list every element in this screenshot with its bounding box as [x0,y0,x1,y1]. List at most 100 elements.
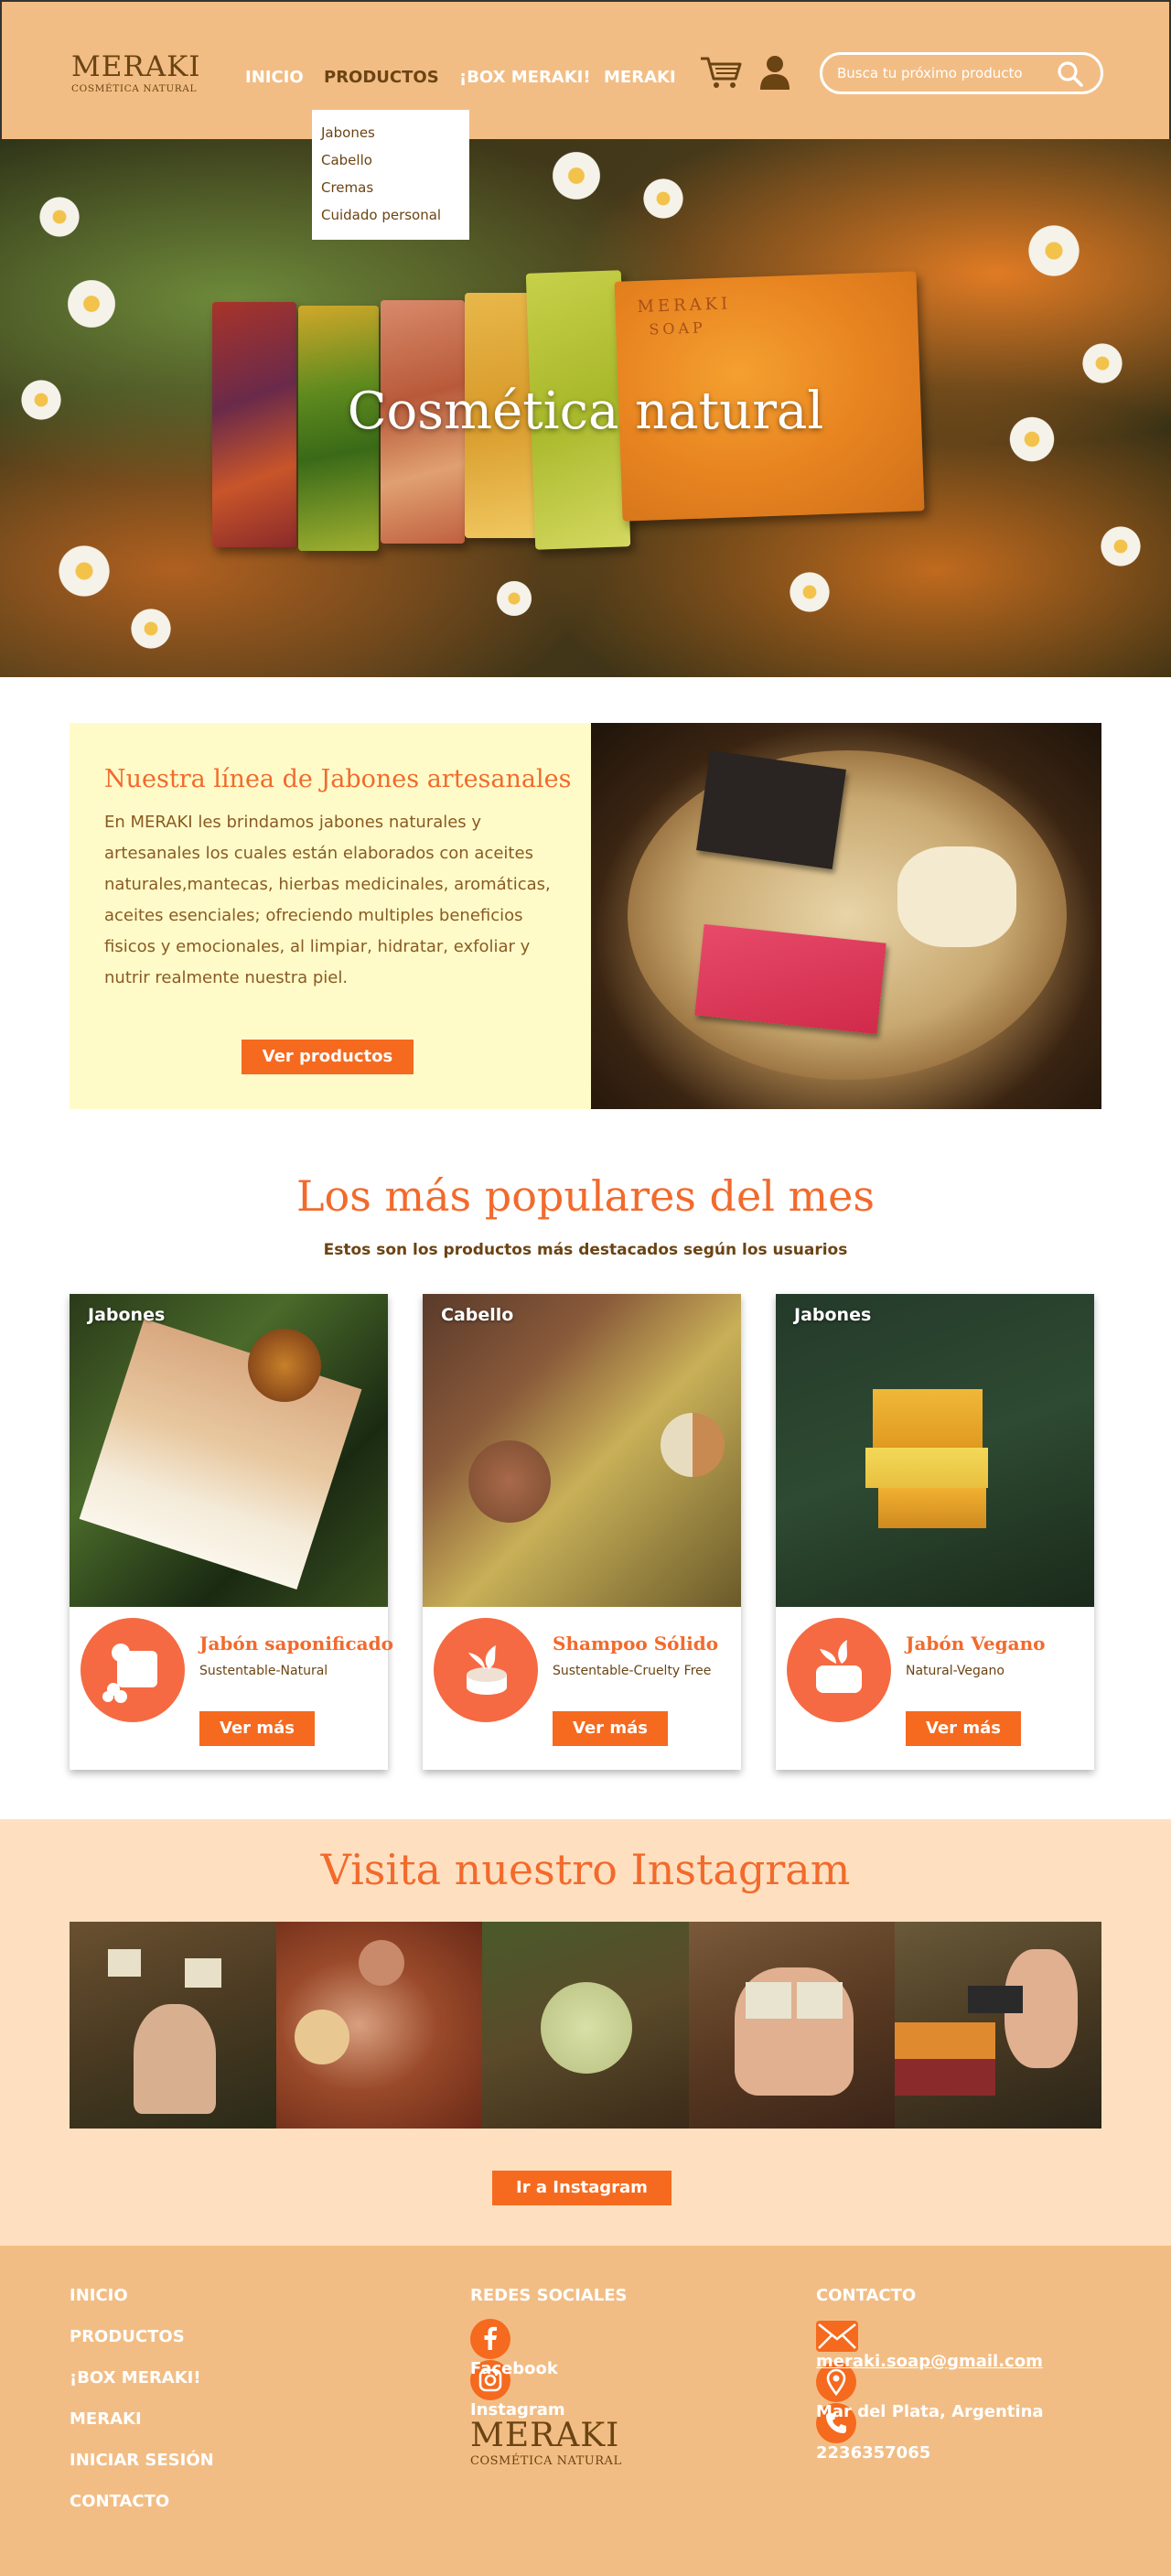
footer-link-contacto[interactable]: CONTACTO [70,2492,214,2533]
nav-meraki[interactable]: MERAKI [604,68,676,87]
shampoo-bar-shape [468,1440,551,1523]
dropdown-item-cremas[interactable]: Cremas [321,174,460,201]
product-name: Shampoo Sólido [553,1633,719,1654]
soap-basket-image [591,723,1101,1109]
shampoo-bar-shape [294,2010,349,2064]
nav-inicio[interactable]: INICIO [245,68,304,87]
nav-box-meraki[interactable]: ¡BOX MERAKI! [459,68,591,87]
logo[interactable]: MERAKI COSMÉTICA NATURAL [71,50,201,95]
logo-brand: MERAKI [71,50,201,83]
mail-icon [816,2321,858,2352]
vegan-soap-shape [873,1389,983,1448]
footer-link-iniciar-sesion[interactable]: INICIAR SESIÓN [70,2451,214,2492]
product-image [70,1294,388,1607]
pink-soap-shape [694,923,886,1035]
line-text-panel: Nuestra línea de Jabones artesanales En … [70,723,591,1109]
logo-tagline: COSMÉTICA NATURAL [71,83,198,94]
ver-mas-button[interactable]: Ver más [906,1711,1021,1746]
shampoo-bar-icon [434,1618,538,1722]
product-card: Cabello Shampoo Sólido Sustentable-Cruel… [423,1294,741,1770]
footer-link-meraki[interactable]: MERAKI [70,2409,214,2451]
popular-subtitle: Estos son los productos más destacados s… [323,1241,848,1259]
product-card: Jabones Jabón Vegano Natural-Vegano Ver … [776,1294,1094,1770]
dropdown-item-jabones[interactable]: Jabones [321,119,460,146]
instagram-photo[interactable] [895,1922,1101,2129]
flower-image [1098,523,1144,569]
search-input[interactable] [837,63,1057,83]
instagram-photo[interactable] [482,1922,689,2129]
instagram-gallery [70,1922,1101,2129]
footer-link-inicio[interactable]: INICIO [70,2286,214,2327]
phone-label: 2236357065 [816,2443,931,2463]
user-icon[interactable] [759,55,790,90]
card-category: Jabones [794,1305,872,1325]
productos-dropdown: Jabones Cabello Cremas Cuidado personal [312,110,469,240]
footer-logo-brand: MERAKI [470,2417,620,2454]
flower-image [64,276,119,331]
flower-image [494,578,534,619]
vegan-soap-icon [787,1618,891,1722]
product-desc: Natural-Vegano [906,1664,1004,1678]
dropdown-item-cuidado-personal[interactable]: Cuidado personal [321,201,460,229]
facebook-link[interactable]: Facebook [470,2319,627,2378]
instagram-section: Visita nuestro Instagram Ir a Instagram [0,1819,1171,2246]
flower-image [640,176,686,221]
product-desc: Sustentable-Cruelty Free [553,1664,712,1678]
ir-a-instagram-button[interactable]: Ir a Instagram [492,2171,671,2205]
soap-stamp: SOAP [649,318,707,339]
instagram-photo[interactable] [70,1922,276,2129]
product-image [423,1294,741,1607]
flower-image [549,148,604,203]
flower-image [787,569,833,615]
footer-logo-tagline: COSMÉTICA NATURAL [470,2454,622,2468]
footer-social: REDES SOCIALES Facebook Instagram [470,2286,628,2420]
ver-mas-button[interactable]: Ver más [199,1711,315,1746]
shampoo-bar-shape [661,1413,725,1477]
footer-logo: MERAKI COSMÉTICA NATURAL [470,2417,622,2469]
product-desc: Sustentable-Natural [199,1664,328,1678]
orange-slice-shape [248,1329,321,1402]
shampoo-bar-shape [541,1982,633,2074]
product-name: Jabón Vegano [906,1633,1046,1654]
soap-shape [968,1986,1024,2013]
search-icon[interactable] [1057,60,1084,88]
flower-image [55,542,113,600]
vegan-soap-shape [865,1448,988,1488]
dropdown-item-cabello[interactable]: Cabello [321,146,460,174]
nav-productos[interactable]: PRODUCTOS [324,68,439,87]
flower-image [128,606,174,652]
card-category: Jabones [88,1305,166,1325]
site-header: MERAKI COSMÉTICA NATURAL INICIO PRODUCTO… [0,0,1171,139]
flower-image [1025,221,1083,280]
soap-flower-icon [81,1618,185,1722]
location-pin-icon [816,2362,856,2402]
footer-nav: INICIO PRODUCTOS ¡BOX MERAKI! MERAKI INI… [70,2286,214,2533]
soap-shape [185,1958,221,1988]
instagram-icon [470,2360,510,2400]
soap-shape [796,1982,843,2019]
instagram-photo[interactable] [275,1922,483,2129]
cart-icon[interactable] [699,55,743,90]
card-category: Cabello [441,1305,514,1325]
search-box [820,52,1103,94]
soap-shape [745,1982,791,2019]
vegan-soap-shape [878,1488,986,1528]
footer-link-box-meraki[interactable]: ¡BOX MERAKI! [70,2368,214,2409]
ver-mas-button[interactable]: Ver más [553,1711,668,1746]
footer-contact: CONTACTO meraki.soap@gmail.com Mar del P… [816,2286,1044,2463]
social-heading: REDES SOCIALES [470,2286,628,2305]
product-image [776,1294,1094,1607]
instagram-photo[interactable] [688,1922,896,2129]
white-soap-shape [897,846,1016,947]
email-link[interactable]: meraki.soap@gmail.com [816,2321,1044,2371]
instagram-title: Visita nuestro Instagram [320,1845,851,1894]
flower-image [37,194,82,240]
person-shape [134,2004,216,2114]
jabones-line-section: Nuestra línea de Jabones artesanales En … [70,723,1101,1109]
soap-stamp: MERAKI [637,294,732,317]
soap-shape [895,2022,996,2059]
footer-link-productos[interactable]: PRODUCTOS [70,2327,214,2368]
line-description: En MERAKI les brindamos jabones naturale… [104,813,551,987]
soap-shape [108,1949,141,1977]
ver-productos-button[interactable]: Ver productos [242,1040,414,1074]
